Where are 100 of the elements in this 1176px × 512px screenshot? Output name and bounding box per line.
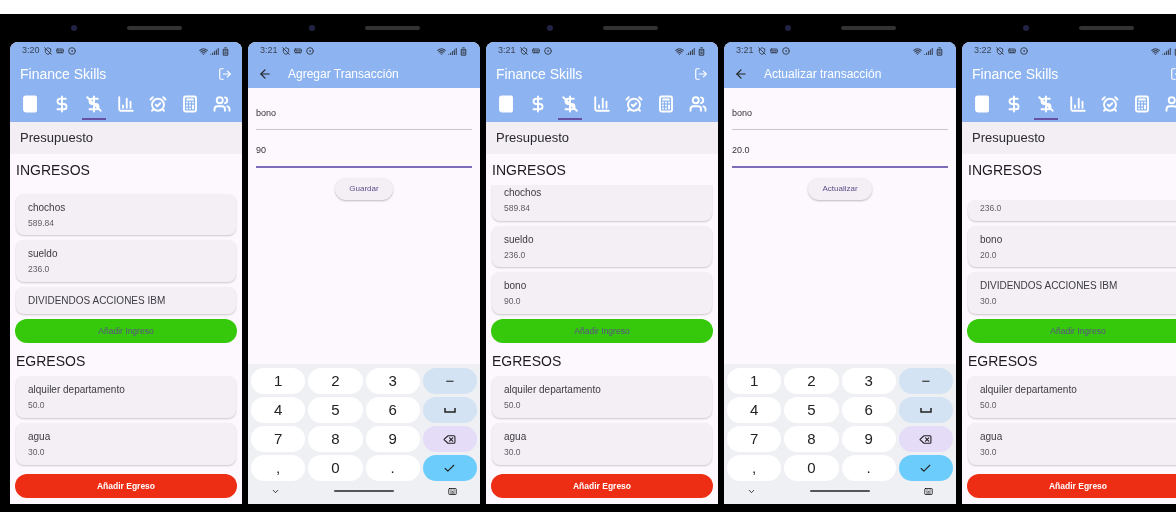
circle-icon xyxy=(1019,47,1028,55)
keyboard-key[interactable]: . xyxy=(365,455,420,481)
add-expense-button[interactable]: Añadir Egreso xyxy=(967,474,1176,498)
transaction-name: agua xyxy=(980,429,1004,444)
logout-icon[interactable] xyxy=(694,67,708,81)
transaction-amount: 50.0 xyxy=(504,399,522,412)
transaction-card[interactable]: agua 30.0 xyxy=(16,422,236,465)
transaction-amount: 236.0 xyxy=(980,201,1003,215)
keyboard-key[interactable]: 5 xyxy=(784,397,839,423)
transaction-amount: 589.84 xyxy=(28,216,55,230)
expense-heading: EGRESOS xyxy=(967,352,1039,371)
income-heading: INGRESOS xyxy=(491,161,567,180)
keyboard-key[interactable]: 9 xyxy=(841,426,896,452)
transaction-name: DIVIDENDOS ACCIONES IBM xyxy=(980,279,1119,294)
transaction-card[interactable]: bono 90.0 xyxy=(492,272,712,314)
speaker-grille xyxy=(840,26,896,30)
keyboard-icon[interactable] xyxy=(448,486,457,496)
bar-chart-icon xyxy=(117,95,135,113)
transaction-card[interactable]: chochos 589.84 xyxy=(16,193,236,236)
transaction-card[interactable]: alquiler departamento 50.0 xyxy=(16,376,236,418)
signal-icon xyxy=(686,46,695,56)
keyboard-key[interactable]: 8 xyxy=(784,426,839,452)
add-expense-button[interactable]: Añadir Egreso xyxy=(491,474,713,498)
keyboard-key[interactable]: 6 xyxy=(841,397,896,423)
home-indicator xyxy=(810,490,870,492)
keyboard-key[interactable]: 7 xyxy=(727,426,782,452)
signal-icon xyxy=(1162,46,1171,56)
income-heading: INGRESOS xyxy=(15,161,91,180)
transaction-card[interactable]: DIVIDENDOS ACCIONES IBM 30.0 xyxy=(968,272,1176,314)
transaction-card[interactable]: chochos 589.84 xyxy=(492,185,712,221)
keyboard-key[interactable]: 3 xyxy=(841,368,896,394)
transaction-card[interactable]: alquiler departamento 50.0 xyxy=(968,376,1176,418)
keyboard-key[interactable]: 9 xyxy=(365,426,420,452)
calculator-icon xyxy=(181,95,199,113)
keyboard-key[interactable]: − xyxy=(422,368,477,394)
submit-button[interactable]: Actualizar xyxy=(808,178,872,200)
transaction-name: DIVIDENDOS ACCIONES IBM xyxy=(28,294,167,308)
status-time: 3:21 xyxy=(498,44,516,58)
signal-icon xyxy=(924,46,933,56)
space-icon xyxy=(443,407,456,413)
keyboard-key[interactable]: , xyxy=(251,455,306,481)
keyboard-key[interactable]: 0 xyxy=(784,455,839,481)
transaction-card[interactable]: agua 30.0 xyxy=(968,422,1176,465)
keyboard-key[interactable]: 8 xyxy=(308,426,363,452)
space-icon xyxy=(919,407,932,413)
keyboard-key[interactable]: 7 xyxy=(251,426,306,452)
speaker-grille xyxy=(126,26,182,30)
space-key[interactable] xyxy=(898,397,953,423)
logout-icon[interactable] xyxy=(218,67,232,81)
backspace-key[interactable] xyxy=(422,426,477,452)
transaction-card[interactable]: sueldo 236.0 xyxy=(492,225,712,268)
input-field[interactable]: bono xyxy=(256,98,472,130)
battery-icon xyxy=(221,46,230,56)
keyboard-key[interactable]: , xyxy=(727,455,782,481)
keyboard-icon[interactable] xyxy=(924,486,933,496)
section-title: Presupuesto xyxy=(496,129,569,148)
keyboard-key[interactable]: 1 xyxy=(727,368,782,394)
app-title: Finance Skills xyxy=(972,64,1059,84)
bar-chart-icon xyxy=(593,95,611,113)
keyboard-key[interactable]: 0 xyxy=(308,455,363,481)
app-title: Finance Skills xyxy=(20,64,107,84)
transaction-name: sueldo xyxy=(28,247,59,262)
transaction-card[interactable]: sueldo 236.0 xyxy=(16,240,236,282)
input-field[interactable]: 20.0 xyxy=(732,136,948,168)
backspace-key[interactable] xyxy=(898,426,953,452)
keyboard-key[interactable]: − xyxy=(898,368,953,394)
keyboard-key[interactable]: 2 xyxy=(308,368,363,394)
input-field[interactable]: bono xyxy=(732,98,948,130)
expense-heading: EGRESOS xyxy=(15,352,87,371)
transaction-card[interactable]: bono 20.0 xyxy=(968,225,1176,268)
crossed-dollar-icon xyxy=(561,95,579,113)
speaker-grille xyxy=(602,26,658,30)
keyboard-key[interactable]: 4 xyxy=(251,397,306,423)
transaction-name: chochos xyxy=(28,200,67,215)
keyboard-key[interactable]: 4 xyxy=(727,397,782,423)
keyboard-key[interactable]: . xyxy=(841,455,896,481)
transaction-amount: 50.0 xyxy=(980,399,998,412)
alarm-clock-icon xyxy=(149,95,167,113)
speaker-grille xyxy=(1078,26,1134,30)
keyboard-key[interactable]: 1 xyxy=(251,368,306,394)
input-field[interactable]: 90 xyxy=(256,136,472,168)
transaction-amount: 90.0 xyxy=(504,295,522,308)
add-expense-button[interactable]: Añadir Egreso xyxy=(15,474,237,498)
transaction-card[interactable]: alquiler departamento 50.0 xyxy=(492,376,712,418)
app-title: Actualizar transacción xyxy=(764,66,882,83)
transaction-card[interactable]: agua 30.0 xyxy=(492,422,712,465)
transaction-card[interactable]: 236.0 xyxy=(968,199,1176,221)
expense-heading: EGRESOS xyxy=(491,352,563,371)
back-icon[interactable] xyxy=(258,67,272,81)
keyboard-key[interactable]: 5 xyxy=(308,397,363,423)
bar-chart-icon xyxy=(1069,95,1087,113)
keyboard-key[interactable]: 3 xyxy=(365,368,420,394)
battery-icon xyxy=(935,46,944,56)
submit-button[interactable]: Guardar xyxy=(335,178,393,200)
keyboard-key[interactable]: 2 xyxy=(784,368,839,394)
keyboard-key[interactable]: 6 xyxy=(365,397,420,423)
space-key[interactable] xyxy=(422,397,477,423)
transaction-card[interactable]: DIVIDENDOS ACCIONES IBM xyxy=(16,287,236,314)
back-icon[interactable] xyxy=(734,67,748,81)
wifi-icon xyxy=(675,46,684,56)
